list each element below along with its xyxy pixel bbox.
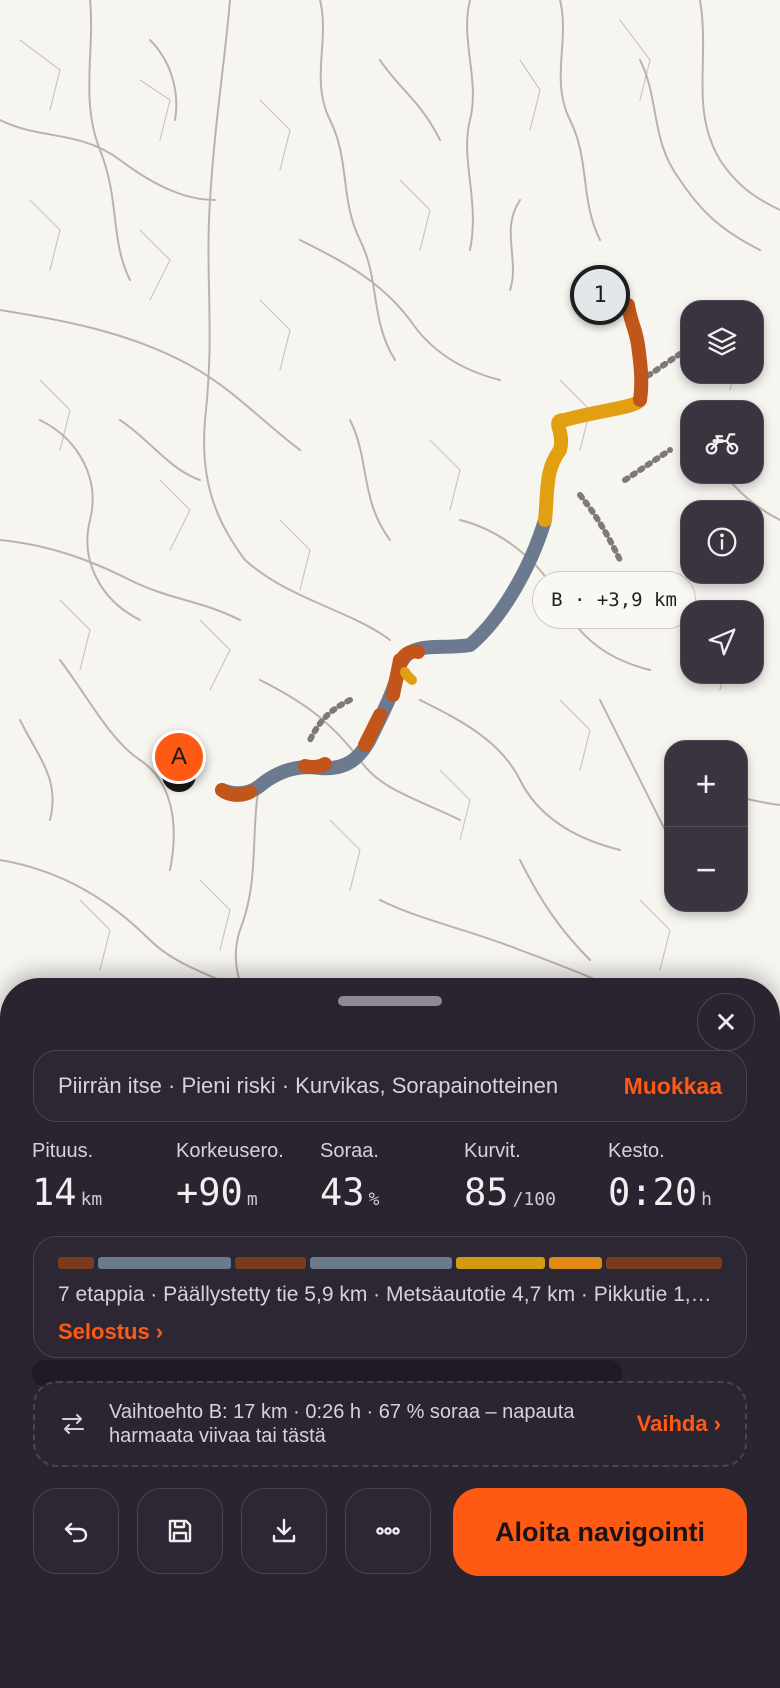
route-stats: Pituus. 14 km Korkeusero. +90 m Soraa. 43%… [32,1140,752,1214]
motorcycle-icon [705,433,739,455]
switch-route-link[interactable]: Vaihda › [637,1411,721,1437]
download-icon [272,1518,296,1543]
route-line[interactable] [215,298,649,802]
start-navigation-button[interactable]: Aloita navigointi [453,1488,747,1576]
undo-button[interactable] [33,1488,119,1574]
surface-segment-gravel [456,1257,546,1269]
info-icon [707,527,737,557]
stat-label: Soraa. [320,1140,379,1162]
download-button[interactable] [241,1488,327,1574]
surface-segment-dirt [234,1257,306,1269]
layers-icon [707,327,737,356]
edit-preferences-link[interactable]: Muokkaa [624,1073,722,1100]
locate-button[interactable] [680,600,764,684]
surface-segment-dirt [606,1257,722,1269]
navigate-icon [708,628,736,656]
map-view[interactable]: A 1 B · +3,9 km + − [0,0,780,1000]
waypoint-marker[interactable]: 1 [570,265,630,325]
road-network [0,0,780,1000]
stat-label: Kurvit. [464,1140,521,1162]
stat-length: Pituus. 14 km [32,1140,176,1214]
stat-unit: h [701,1189,712,1210]
stat-value: 85 [464,1171,509,1214]
stat-unit: km [80,1189,103,1210]
report-link[interactable]: Selostus › [58,1319,163,1345]
save-button[interactable] [137,1488,223,1574]
alternative-route-card[interactable]: Vaihtoehto B: 17 km · 0:26 h · 67 % sora… [33,1381,747,1467]
vehicle-button[interactable] [680,400,764,484]
undo-icon [64,1522,88,1543]
stat-unit: m [246,1189,258,1210]
stat-duration: Kesto. 0:20 h [608,1140,752,1214]
surface-segment-paved [97,1257,231,1269]
zoom-control: + − [664,740,748,912]
stat-curves: Kurvit. 85/100 [464,1140,608,1214]
stat-value: +90 [176,1171,243,1214]
stat-value: 43 [320,1171,365,1214]
action-bar: Aloita navigointi [33,1488,747,1576]
surface-segment-gravel-orange [549,1257,603,1269]
zoom-in-button[interactable]: + [665,741,747,826]
surface-segment-dirt [58,1257,94,1269]
preferences-summary: Piirrän itse · Pieni riski · Kurvikas, S… [58,1073,559,1098]
stat-elevation: Korkeusero. +90 m [176,1140,320,1214]
more-button[interactable] [345,1488,431,1574]
stat-label: Pituus. [32,1140,94,1162]
route-preferences[interactable]: Piirrän itse · Pieni riski · Kurvikas, S… [33,1050,747,1122]
alt-route-label[interactable]: B · +3,9 km [532,571,696,629]
stat-value: 14 [32,1171,77,1214]
surface-breakdown[interactable]: 7 etappia · Päällystetty tie 5,9 km · Me… [33,1236,747,1358]
stat-unit: /100 [512,1189,556,1210]
map-canvas[interactable] [0,0,780,1000]
info-button[interactable] [680,500,764,584]
surface-segment-paved [310,1257,453,1269]
swap-icon [62,1414,84,1434]
sheet-handle[interactable] [338,996,442,1006]
stat-label: Kesto. [608,1140,665,1162]
save-icon [168,1519,192,1543]
zoom-out-button[interactable]: − [665,827,747,911]
more-icon [376,1527,400,1535]
alternative-route-text: Vaihtoehto B: 17 km · 0:26 h · 67 % sora… [109,1401,575,1447]
minor-roads [19,19,741,971]
stat-gravel: Soraa. 43% [320,1140,464,1214]
stat-value: 0:20 [608,1171,698,1214]
stat-label: Korkeusero. [176,1140,284,1162]
layers-button[interactable] [680,300,764,384]
stat-unit: % [368,1189,380,1210]
surface-bar [58,1257,722,1269]
start-marker[interactable]: A [152,730,206,784]
surface-summary: 7 etappia · Päällystetty tie 5,9 km · Me… [58,1283,722,1306]
close-button[interactable]: ✕ [697,993,755,1051]
route-sheet: ✕ Piirrän itse · Pieni riski · Kurvikas,… [0,978,780,1688]
